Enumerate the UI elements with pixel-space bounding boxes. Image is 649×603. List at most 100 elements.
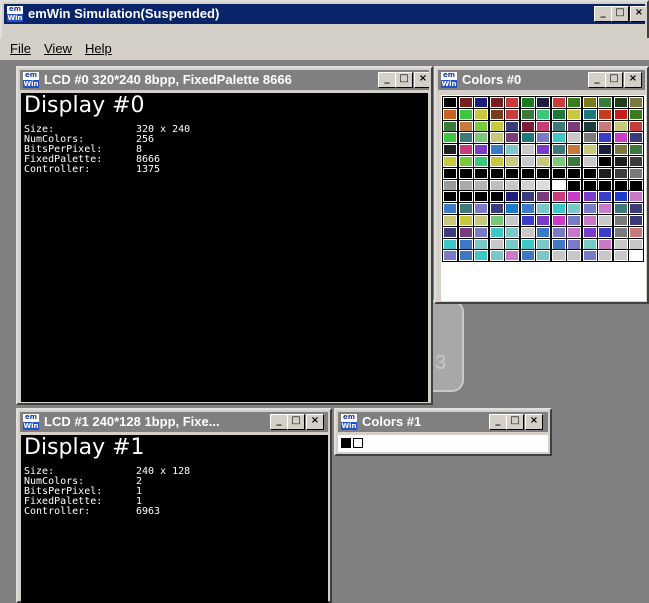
color-swatch	[581, 96, 598, 109]
lcd0-title-bar[interactable]: em Win LCD #0 320*240 8bpp, FixedPalette …	[20, 70, 429, 90]
color-swatch	[504, 178, 520, 192]
minimize-button[interactable]: _	[594, 6, 612, 22]
color-swatch	[535, 131, 551, 145]
color-swatch	[442, 202, 458, 216]
lcd1-maximize-button[interactable]: □	[287, 414, 305, 430]
color-swatch	[504, 214, 520, 227]
color-swatch	[442, 214, 458, 227]
color-swatch	[488, 214, 505, 227]
color-swatch	[457, 96, 474, 109]
color-swatch	[535, 237, 551, 251]
color-swatch	[457, 237, 474, 251]
colors1-close-button[interactable]: ×	[525, 414, 543, 430]
lcd1-close-button[interactable]: ×	[306, 414, 324, 430]
color-swatch	[550, 178, 567, 192]
colors1-maximize-button[interactable]: □	[506, 414, 524, 430]
color-swatch	[612, 237, 629, 251]
color-swatch	[597, 202, 613, 216]
color-swatch	[488, 143, 505, 157]
color-swatch	[581, 131, 598, 145]
color-swatch	[550, 225, 567, 239]
color-swatch	[550, 214, 567, 227]
emwin-logo-icon: em Win	[23, 413, 39, 430]
lcd0-close-button[interactable]: ×	[414, 72, 429, 88]
main-title-bar[interactable]: em Win emWin Simulation(Suspended) _ □ ×	[4, 4, 645, 24]
color-swatch	[550, 249, 567, 263]
color-swatch	[504, 143, 520, 157]
color-swatch	[597, 166, 613, 180]
color-swatch	[473, 96, 489, 109]
color-swatch	[550, 143, 567, 157]
color-swatch	[442, 237, 458, 251]
colors1-window: em Win Colors #1 _ □ ×	[334, 408, 552, 456]
emwin-logo-icon: em Win	[7, 5, 23, 22]
maximize-button[interactable]: □	[611, 6, 629, 22]
lcd0-minimize-button[interactable]: _	[378, 72, 396, 88]
color-swatch	[535, 225, 551, 239]
colors0-title-bar[interactable]: em Win Colors #0 _ □ ×	[438, 70, 645, 90]
colors1-minimize-button[interactable]: _	[489, 414, 507, 430]
color-swatch	[519, 214, 536, 227]
color-swatch	[442, 190, 458, 204]
color-swatch	[535, 214, 551, 227]
color-swatch	[457, 155, 474, 168]
color-swatch	[581, 107, 598, 121]
color-swatch	[519, 202, 536, 216]
color-swatch	[535, 143, 551, 157]
color-swatch	[488, 96, 505, 109]
color-swatch	[628, 166, 644, 180]
color-swatch	[612, 96, 629, 109]
color-swatch	[535, 166, 551, 180]
lcd1-window: em Win LCD #1 240*128 1bpp, Fixe... _ □ ×…	[16, 408, 332, 603]
emwin-logo-icon: em Win	[341, 413, 357, 430]
color-swatch	[597, 143, 613, 157]
color-swatch	[597, 214, 613, 227]
menu-view[interactable]: View	[44, 41, 72, 56]
color-swatch	[612, 190, 629, 204]
colors0-title: Colors #0	[462, 72, 522, 87]
color-swatch	[566, 96, 582, 109]
color-swatch	[628, 225, 644, 239]
color-swatch	[535, 155, 551, 168]
lcd1-display: Display #1 Size: 240 x 128 NumColors: 2 Bi…	[21, 435, 328, 603]
color-swatch	[488, 155, 505, 168]
colors0-close-button[interactable]: ×	[624, 72, 642, 88]
lcd1-minimize-button[interactable]: _	[270, 414, 288, 430]
color-swatch	[628, 96, 644, 109]
color-swatch	[612, 178, 629, 192]
color-swatch	[442, 249, 458, 263]
close-button[interactable]: ×	[630, 6, 645, 22]
colors0-palette-grid	[441, 95, 646, 301]
lcd1-title-bar[interactable]: em Win LCD #1 240*128 1bpp, Fixe... _ □ ×	[20, 412, 328, 432]
colors1-title-bar[interactable]: em Win Colors #1 _ □ ×	[338, 412, 548, 432]
lcd0-info: Size: 320 x 240 NumColors: 256 BitsPerPixe…	[24, 125, 190, 175]
color-swatch	[535, 249, 551, 263]
menu-bar: File View Help	[0, 38, 649, 60]
lcd0-window: em Win LCD #0 320*240 8bpp, FixedPalette …	[16, 66, 433, 405]
color-swatch	[566, 178, 582, 192]
color-swatch	[504, 96, 520, 109]
colors0-maximize-button[interactable]: □	[605, 72, 623, 88]
lcd0-maximize-button[interactable]: □	[395, 72, 413, 88]
color-swatch	[612, 155, 629, 168]
color-swatch	[457, 119, 474, 133]
color-swatch	[519, 131, 536, 145]
color-swatch	[473, 178, 489, 192]
color-swatch	[550, 166, 567, 180]
menu-help[interactable]: Help	[85, 41, 112, 56]
color-swatch	[566, 190, 582, 204]
color-swatch	[566, 237, 582, 251]
colors0-minimize-button[interactable]: _	[588, 72, 606, 88]
color-swatch	[612, 143, 629, 157]
color-swatch	[442, 96, 458, 109]
color-swatch	[535, 96, 551, 109]
menu-file[interactable]: File	[10, 41, 31, 56]
color-swatch	[628, 202, 644, 216]
lcd1-row: Controller: 6963	[24, 506, 161, 517]
background-text: 3	[435, 352, 447, 374]
color-swatch	[628, 107, 644, 121]
color-swatch	[442, 107, 458, 121]
main-window-title: emWin Simulation(Suspended)	[28, 6, 220, 21]
color-swatch	[550, 237, 567, 251]
color-swatch	[504, 202, 520, 216]
